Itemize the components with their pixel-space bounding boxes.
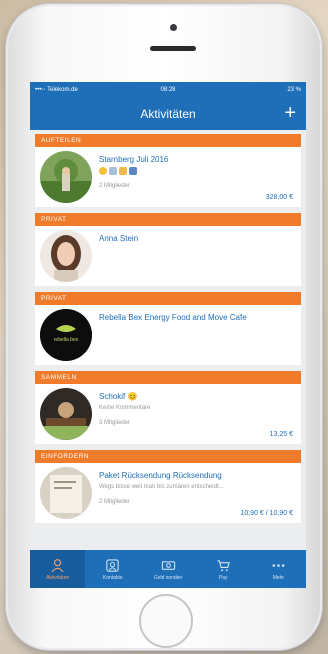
avatar (40, 230, 92, 282)
cart-icon (217, 559, 230, 571)
emoji-row (99, 167, 137, 175)
tab-aktivitaeten[interactable]: Aktivitäten (30, 550, 86, 588)
battery-label: 23 % (287, 87, 302, 93)
tab-geld-senden[interactable]: Geld senden (140, 550, 195, 588)
activity-title: Anna Stein (99, 234, 139, 243)
amount: 10,90 € / 10,90 € (240, 510, 293, 517)
tab-kontakte[interactable]: Kontakte (85, 550, 140, 588)
section-header: PRIVAT (35, 213, 301, 226)
comment-preview: Keine Kommentare (99, 405, 151, 411)
activity-card[interactable]: Paket Rücksendung Rücksendung Wegs bisse… (35, 463, 301, 523)
avatar: rebella bex (40, 309, 92, 361)
activity-title: Paket Rücksendung Rücksendung (99, 471, 222, 480)
avatar (40, 151, 92, 203)
tab-label: Mehr (272, 574, 285, 581)
activity-title: Starnberg Juli 2016 (99, 155, 169, 164)
phone-frame: •••◦◦ Telekom.de 08:28 23 % Aktivitäten … (6, 4, 322, 650)
member-count: 2 Mitglieder (99, 499, 131, 505)
tab-mehr[interactable]: Mehr (251, 550, 306, 588)
section-header: AUFTEILEN (35, 134, 301, 147)
clock: 08:28 (160, 87, 176, 93)
amount: 328,00 € (265, 194, 293, 201)
tab-label: Geld senden (153, 574, 183, 581)
photo-emoji-icon (129, 167, 137, 175)
logo-text: rebella bex (53, 337, 79, 343)
avatar (40, 467, 92, 519)
section-header: SAMMELN (35, 371, 301, 384)
tab-label: Pay (218, 574, 228, 581)
contacts-icon (106, 558, 119, 572)
activity-card[interactable]: Anna Stein (35, 226, 301, 286)
person-icon (51, 558, 64, 572)
activity-card[interactable]: Schokif 😊 Keine Kommentare 3 Mitglieder … (35, 384, 301, 444)
activity-card[interactable]: rebella bex Rebella Bex Energy Food and … (35, 305, 301, 365)
carrier-label: •••◦◦ Telekom.de (35, 87, 78, 93)
activity-title: Rebella Bex Energy Food and Move Cafe (99, 313, 247, 322)
add-activity-button[interactable]: + (284, 102, 296, 124)
camera-emoji-icon (109, 167, 117, 175)
activity-list: AUFTEILEN Starnberg Juli 2016 2 Mitglied… (35, 134, 301, 529)
tab-bar: Aktivitäten Kontakte Geld senden Pay Meh… (30, 550, 306, 588)
amount: 13,25 € (269, 431, 293, 438)
money-icon (161, 560, 175, 570)
home-button[interactable] (139, 594, 193, 648)
more-icon (272, 563, 285, 567)
section-header: EINFORDERN (35, 450, 301, 463)
tab-label: Aktivitäten (46, 574, 70, 581)
earpiece-speaker (150, 46, 196, 51)
member-count: 3 Mitglieder (99, 420, 131, 426)
tab-label: Kontakte (102, 574, 123, 581)
app-screen: •••◦◦ Telekom.de 08:28 23 % Aktivitäten … (30, 82, 306, 588)
comment-preview: Wegs bisse weil man bis zumären entschei… (99, 484, 224, 490)
page-title: Aktivitäten (140, 107, 196, 121)
smile-emoji-icon (99, 167, 107, 175)
activity-card[interactable]: Starnberg Juli 2016 2 Mitglieder 328,00 … (35, 147, 301, 207)
nav-bar: Aktivitäten + (30, 98, 306, 130)
avatar (40, 388, 92, 440)
tab-pay[interactable]: Pay (196, 550, 251, 588)
beach-emoji-icon (119, 167, 127, 175)
status-bar: •••◦◦ Telekom.de 08:28 23 % (30, 82, 306, 98)
front-camera (170, 24, 177, 31)
activity-title: Schokif 😊 (99, 392, 138, 401)
member-count: 2 Mitglieder (99, 183, 131, 189)
section-header: PRIVAT (35, 292, 301, 305)
